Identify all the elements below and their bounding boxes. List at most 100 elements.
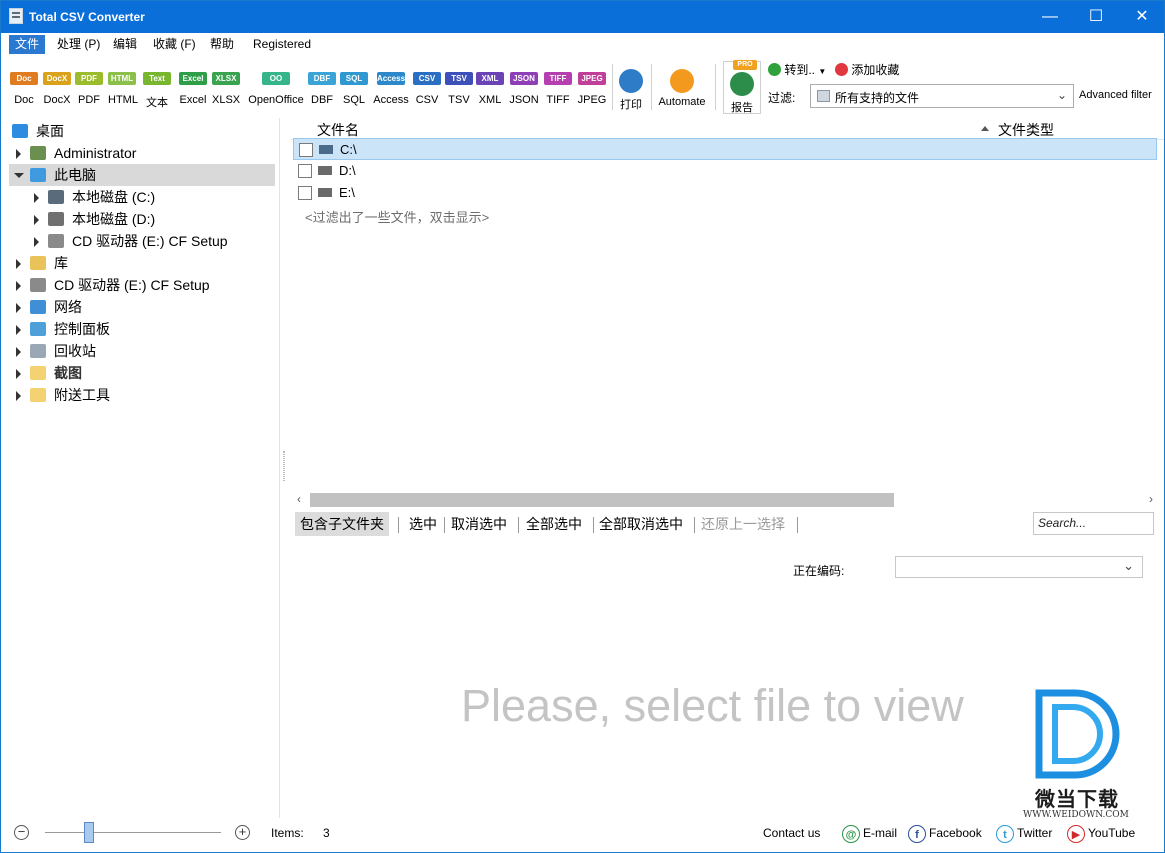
format-button-6[interactable]: XLSX XLSX	[212, 64, 240, 114]
format-button-13[interactable]: XML XML	[476, 64, 504, 114]
file-row[interactable]: D:\	[293, 160, 1157, 182]
format-button-12[interactable]: TSV TSV	[445, 64, 473, 114]
report-button[interactable]: PRO 报告	[723, 60, 761, 114]
automate-button[interactable]: Automate	[654, 64, 710, 114]
unselect-button[interactable]: 取消选中	[446, 512, 512, 536]
tree-item[interactable]: CD 驱动器 (E:) CF Setup	[9, 274, 275, 296]
tree-item[interactable]: CD 驱动器 (E:) CF Setup	[9, 230, 275, 252]
select-button[interactable]: 选中	[404, 512, 442, 536]
menu-file[interactable]: 文件	[9, 35, 46, 54]
format-button-7[interactable]: OO OpenOffice	[247, 64, 305, 114]
tree-item[interactable]: 本地磁盘 (C:)	[9, 186, 275, 208]
format-button-0[interactable]: Doc Doc	[10, 64, 38, 114]
tree-item[interactable]: 此电脑	[9, 164, 275, 186]
separator	[398, 517, 399, 533]
scroll-left-icon[interactable]: ‹	[297, 492, 301, 506]
tree-item[interactable]: 本地磁盘 (D:)	[9, 208, 275, 230]
row-checkbox[interactable]	[298, 164, 312, 178]
twitter-link[interactable]: t Twitter	[996, 822, 1052, 844]
advanced-filter-link[interactable]: Advanced filter	[1079, 89, 1152, 101]
tree-item[interactable]: 桌面	[9, 120, 275, 142]
format-button-10[interactable]: Access Access	[373, 64, 409, 114]
maximize-button[interactable]: ☐	[1073, 1, 1119, 33]
format-button-8[interactable]: DBF DBF	[308, 64, 336, 114]
format-button-14[interactable]: JSON JSON	[509, 64, 539, 114]
expand-right-icon[interactable]	[16, 303, 21, 313]
format-button-1[interactable]: DocX DocX	[43, 64, 71, 114]
printer-icon	[619, 69, 643, 93]
zoom-slider[interactable]	[45, 832, 221, 833]
expand-right-icon[interactable]	[34, 237, 39, 247]
restore-selection-button[interactable]: 还原上一选择	[696, 512, 790, 536]
print-button[interactable]: 打印	[614, 64, 648, 114]
close-button[interactable]: ✕	[1119, 1, 1165, 33]
drive-icon	[48, 212, 64, 226]
format-button-11[interactable]: CSV CSV	[413, 64, 441, 114]
expand-right-icon[interactable]	[16, 347, 21, 357]
tree-item[interactable]: 库	[9, 252, 275, 274]
select-all-button[interactable]: 全部选中	[521, 512, 587, 536]
format-button-2[interactable]: PDF PDF	[75, 64, 103, 114]
control-panel-icon	[30, 322, 46, 336]
format-button-9[interactable]: SQL SQL	[340, 64, 368, 114]
horizontal-scrollbar[interactable]: ‹ ›	[297, 492, 1155, 507]
contact-us-link[interactable]: Contact us	[763, 826, 820, 840]
expand-down-icon[interactable]	[14, 173, 24, 178]
format-button-3[interactable]: HTML HTML	[108, 64, 138, 114]
file-row[interactable]: E:\	[293, 182, 1157, 204]
unselect-all-button[interactable]: 全部取消选中	[594, 512, 688, 536]
tree-item[interactable]: Administrator	[9, 142, 275, 164]
menu-help[interactable]: 帮助	[204, 35, 240, 54]
youtube-link[interactable]: ▶ YouTube	[1067, 822, 1135, 844]
email-link[interactable]: @ E-mail	[842, 822, 897, 844]
zoom-slider-thumb[interactable]	[84, 822, 94, 843]
filtered-hint[interactable]: <过滤出了一些文件，双击显示>	[305, 207, 489, 226]
row-checkbox[interactable]	[299, 143, 313, 157]
column-filename[interactable]: 文件名	[317, 120, 359, 140]
format-label: XML	[478, 94, 502, 106]
file-format-icon: Access	[377, 69, 405, 91]
expand-right-icon[interactable]	[34, 215, 39, 225]
minimize-button[interactable]: —	[1027, 1, 1073, 33]
email-label: E-mail	[863, 826, 898, 840]
tree-item[interactable]: 截图	[9, 362, 275, 384]
expand-right-icon[interactable]	[16, 325, 21, 335]
tree-item[interactable]: 附送工具	[9, 384, 275, 406]
expand-right-icon[interactable]	[16, 391, 21, 401]
add-favorite-button[interactable]: 添加收藏	[835, 61, 899, 78]
format-button-16[interactable]: JPEG JPEG	[577, 64, 607, 114]
goto-button[interactable]: 转到.. ▼	[768, 61, 826, 78]
chevron-down-icon: ⌄	[1056, 88, 1067, 102]
expand-right-icon[interactable]	[16, 369, 21, 379]
zoom-out-icon[interactable]: −	[14, 825, 29, 840]
dropdown-arrow-icon: ▼	[818, 67, 827, 76]
menu-favorites[interactable]: 收藏 (F)	[147, 35, 202, 54]
format-button-4[interactable]: Text 文本	[143, 64, 171, 114]
tree-item[interactable]: 网络	[9, 296, 275, 318]
tree-item[interactable]: 回收站	[9, 340, 275, 362]
scrollbar-thumb[interactable]	[310, 493, 894, 507]
facebook-link[interactable]: f Facebook	[908, 822, 982, 844]
zoom-in-icon[interactable]: +	[235, 825, 250, 840]
menu-edit[interactable]: 编辑	[107, 35, 143, 54]
panel-splitter[interactable]	[281, 451, 287, 481]
encoding-select[interactable]: ⌄	[895, 556, 1143, 578]
expand-right-icon[interactable]	[16, 281, 21, 291]
column-filetype[interactable]: 文件类型	[998, 120, 1054, 140]
tree-item[interactable]: 控制面板	[9, 318, 275, 340]
menu-process[interactable]: 处理 (P)	[51, 35, 106, 54]
selection-toolbar: 包含子文件夹 选中 取消选中 全部选中 全部取消选中 还原上一选择 Search…	[291, 510, 1164, 538]
include-subfolders-toggle[interactable]: 包含子文件夹	[295, 512, 389, 536]
expand-right-icon[interactable]	[34, 193, 39, 203]
format-button-5[interactable]: Excel Excel	[178, 64, 208, 114]
search-input[interactable]: Search...	[1033, 512, 1154, 535]
format-button-15[interactable]: TIFF TIFF	[543, 64, 573, 114]
clock-icon	[670, 69, 694, 93]
row-checkbox[interactable]	[298, 186, 312, 200]
menu-registered: Registered	[253, 37, 312, 51]
file-row[interactable]: C:\	[293, 138, 1157, 160]
scroll-right-icon[interactable]: ›	[1149, 492, 1153, 506]
expand-right-icon[interactable]	[16, 149, 21, 159]
filter-select[interactable]: 所有支持的文件 ⌄	[810, 84, 1074, 108]
expand-right-icon[interactable]	[16, 259, 21, 269]
